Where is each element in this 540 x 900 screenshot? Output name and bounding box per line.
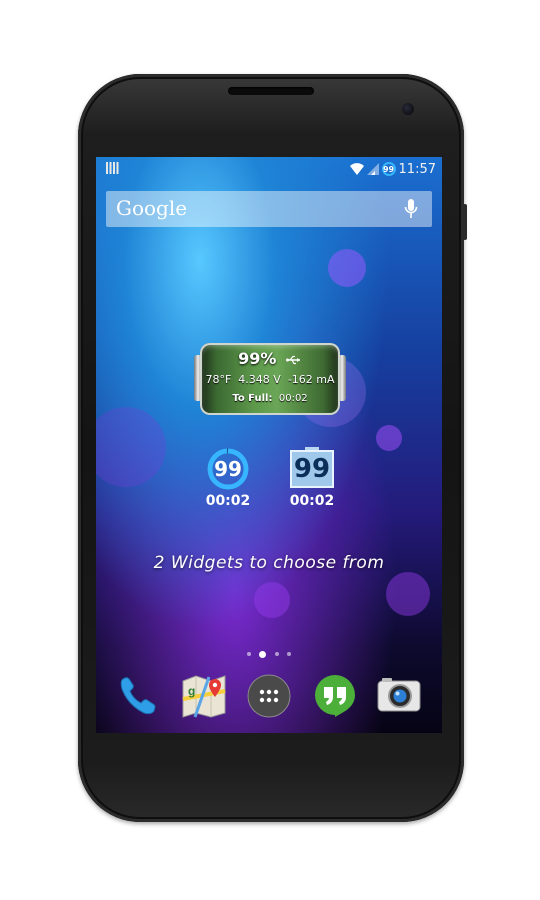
promo-caption: 2 Widgets to choose from — [153, 553, 385, 573]
battery-widget[interactable]: 99% 78°F 4.348 V -162 mA To Full: 00:02 — [194, 343, 346, 415]
page-indicator — [247, 650, 291, 658]
earpiece — [228, 87, 314, 95]
battery-percent: 99% — [238, 349, 277, 368]
volume-button — [463, 204, 467, 240]
maps-icon[interactable]: g — [181, 673, 227, 719]
battery-voltage: 4.348 V — [238, 373, 281, 386]
google-search-bar[interactable]: Google — [106, 191, 432, 227]
microphone-icon[interactable] — [404, 198, 418, 220]
battery-stats: 78°F 4.348 V -162 mA — [200, 373, 340, 386]
clock: 11:57 — [398, 161, 436, 177]
app-drawer-icon[interactable] — [246, 673, 292, 719]
svg-text:g: g — [188, 684, 195, 698]
to-full-label: To Full: — [232, 393, 273, 404]
home-screen: 99 11:57 Google 99% 78°F 4.348 V -162 mA… — [96, 157, 442, 733]
wallpaper-bokeh — [96, 407, 166, 487]
wallpaper-bokeh — [386, 572, 430, 616]
camera-icon[interactable] — [376, 673, 422, 719]
page-dot — [286, 652, 291, 656]
battery-to-full: To Full: 00:02 — [200, 393, 340, 404]
notification-icon — [106, 162, 120, 174]
wallpaper-bokeh — [254, 582, 290, 618]
page-dot — [274, 652, 279, 656]
status-icons: 99 11:57 — [349, 160, 436, 178]
ring-level: 99 — [214, 457, 242, 481]
signal-icon — [366, 163, 379, 175]
battery-level-badge: 99 — [381, 162, 396, 176]
wifi-icon — [349, 163, 364, 175]
status-bar: 99 11:57 — [96, 157, 442, 181]
ring-time: 00:02 — [205, 493, 251, 509]
hangouts-icon[interactable] — [312, 673, 358, 719]
to-full-time: 00:02 — [278, 393, 308, 404]
dock: g — [96, 669, 442, 729]
page-dot — [247, 652, 251, 656]
battery-current: -162 mA — [287, 373, 335, 386]
box-time: 00:02 — [289, 493, 335, 509]
wallpaper-bokeh — [376, 425, 402, 451]
battery-temperature: 78°F — [205, 373, 232, 386]
page-dot-active — [259, 650, 267, 658]
battery-percent-row: 99% — [200, 349, 340, 368]
battery-body: 99% 78°F 4.348 V -162 mA To Full: 00:02 — [200, 343, 340, 415]
google-logo: Google — [116, 196, 188, 220]
box-level: 99 — [290, 450, 334, 488]
usb-icon — [285, 355, 300, 364]
wallpaper-bokeh — [328, 249, 366, 287]
box-battery-widget[interactable]: 99 00:02 — [288, 447, 336, 511]
ring-battery-widget[interactable]: 99 00:02 — [204, 447, 252, 511]
phone-icon[interactable] — [114, 673, 160, 719]
front-sensor — [402, 103, 414, 115]
